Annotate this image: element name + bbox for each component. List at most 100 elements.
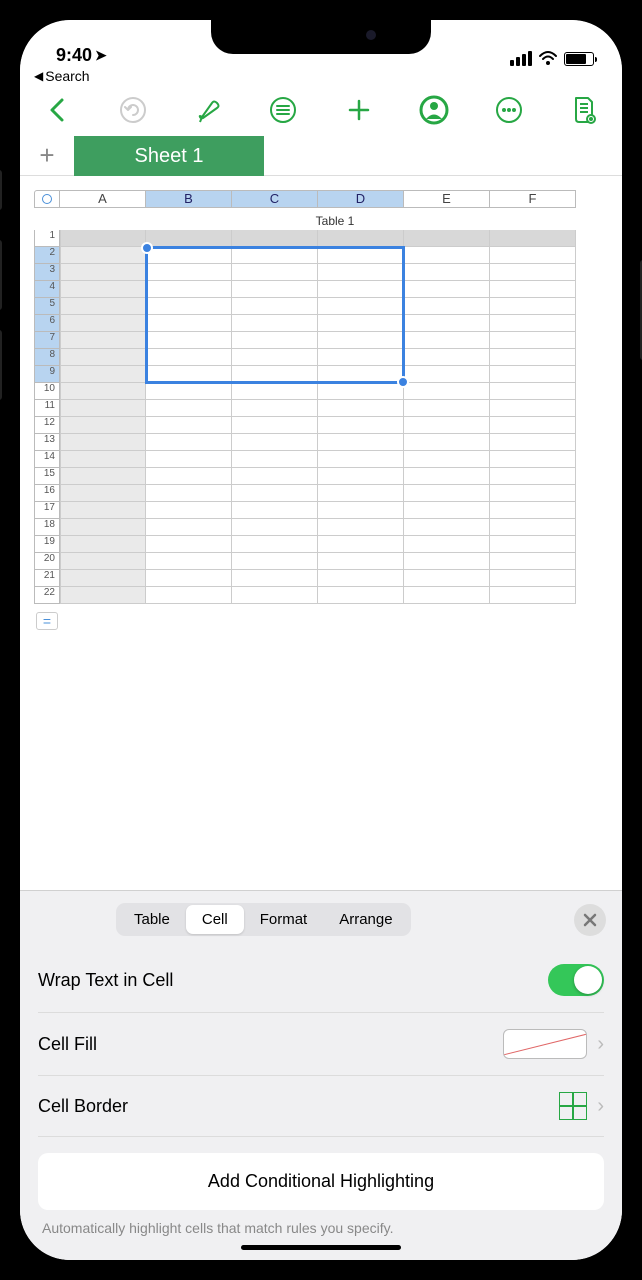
cell[interactable] [146,434,232,451]
cell[interactable] [404,485,490,502]
cell[interactable] [146,553,232,570]
cell[interactable] [318,230,404,247]
cell[interactable] [318,417,404,434]
inspector-tab[interactable]: Format [244,905,324,934]
cell[interactable] [232,468,318,485]
cell[interactable] [404,570,490,587]
cell[interactable] [490,417,576,434]
cell[interactable] [318,570,404,587]
cell[interactable] [146,485,232,502]
insert-button[interactable] [343,94,375,126]
column-header[interactable]: B [146,190,232,208]
cell[interactable] [60,519,146,536]
document-button[interactable] [568,94,600,126]
cell[interactable] [146,281,232,298]
cell[interactable] [404,417,490,434]
column-header[interactable]: D [318,190,404,208]
add-sheet-button[interactable]: + [20,136,74,176]
cell[interactable] [232,485,318,502]
row-header[interactable]: 22 [34,587,60,604]
cell[interactable] [232,230,318,247]
collaborate-button[interactable] [418,94,450,126]
table-title[interactable]: Table 1 [60,214,610,228]
row-header[interactable]: 5 [34,298,60,315]
cell[interactable] [146,587,232,604]
cell[interactable] [232,383,318,400]
row-header[interactable]: 7 [34,332,60,349]
cell[interactable] [404,400,490,417]
cell[interactable] [490,230,576,247]
row-header[interactable]: 10 [34,383,60,400]
cell[interactable] [404,468,490,485]
cell[interactable] [60,298,146,315]
cell[interactable] [60,587,146,604]
row-header[interactable]: 4 [34,281,60,298]
formula-button[interactable]: = [36,612,58,630]
grid[interactable] [60,230,622,604]
row-header[interactable]: 9 [34,366,60,383]
cell[interactable] [60,366,146,383]
row-header[interactable]: 16 [34,485,60,502]
row-header[interactable]: 12 [34,417,60,434]
cell[interactable] [404,315,490,332]
cell[interactable] [404,264,490,281]
cell[interactable] [490,264,576,281]
cell[interactable] [490,383,576,400]
cell[interactable] [60,451,146,468]
cell[interactable] [318,400,404,417]
cell[interactable] [318,468,404,485]
cell[interactable] [404,281,490,298]
cell[interactable] [146,451,232,468]
cell[interactable] [490,434,576,451]
column-header[interactable]: C [232,190,318,208]
cell[interactable] [146,502,232,519]
cell[interactable] [318,298,404,315]
cell[interactable] [60,553,146,570]
cell[interactable] [404,434,490,451]
row-header[interactable]: 2 [34,247,60,264]
cell[interactable] [232,315,318,332]
inspector-tab[interactable]: Arrange [323,905,408,934]
cell[interactable] [404,298,490,315]
cell[interactable] [60,315,146,332]
cell[interactable] [146,315,232,332]
row-header[interactable]: 14 [34,451,60,468]
cell[interactable] [490,468,576,485]
cell[interactable] [60,332,146,349]
wrap-text-toggle[interactable] [548,964,604,996]
cell[interactable] [146,417,232,434]
cell[interactable] [60,502,146,519]
cell[interactable] [318,332,404,349]
column-headers[interactable]: ABCDEF [60,190,622,208]
inspector-tab[interactable]: Cell [186,905,244,934]
cell[interactable] [318,536,404,553]
row-header[interactable]: 21 [34,570,60,587]
cell[interactable] [490,587,576,604]
cell[interactable] [232,519,318,536]
cell[interactable] [60,434,146,451]
row-header[interactable]: 20 [34,553,60,570]
cell-format-button[interactable] [267,94,299,126]
cell[interactable] [232,281,318,298]
cell[interactable] [490,298,576,315]
cell[interactable] [146,468,232,485]
cell[interactable] [232,553,318,570]
cell[interactable] [146,230,232,247]
cell[interactable] [146,264,232,281]
row-header[interactable]: 8 [34,349,60,366]
cell[interactable] [232,400,318,417]
cell[interactable] [146,349,232,366]
cell[interactable] [232,451,318,468]
cell[interactable] [318,587,404,604]
row-header[interactable]: 6 [34,315,60,332]
row-headers[interactable]: 12345678910111213141516171819202122 [34,230,60,604]
sheet-tab-active[interactable]: Sheet 1 [74,136,264,176]
cell[interactable] [146,519,232,536]
cell[interactable] [490,451,576,468]
cell[interactable] [60,264,146,281]
back-button[interactable] [42,94,74,126]
cell[interactable] [404,366,490,383]
cell[interactable] [60,383,146,400]
cell[interactable] [318,519,404,536]
cell[interactable] [404,383,490,400]
